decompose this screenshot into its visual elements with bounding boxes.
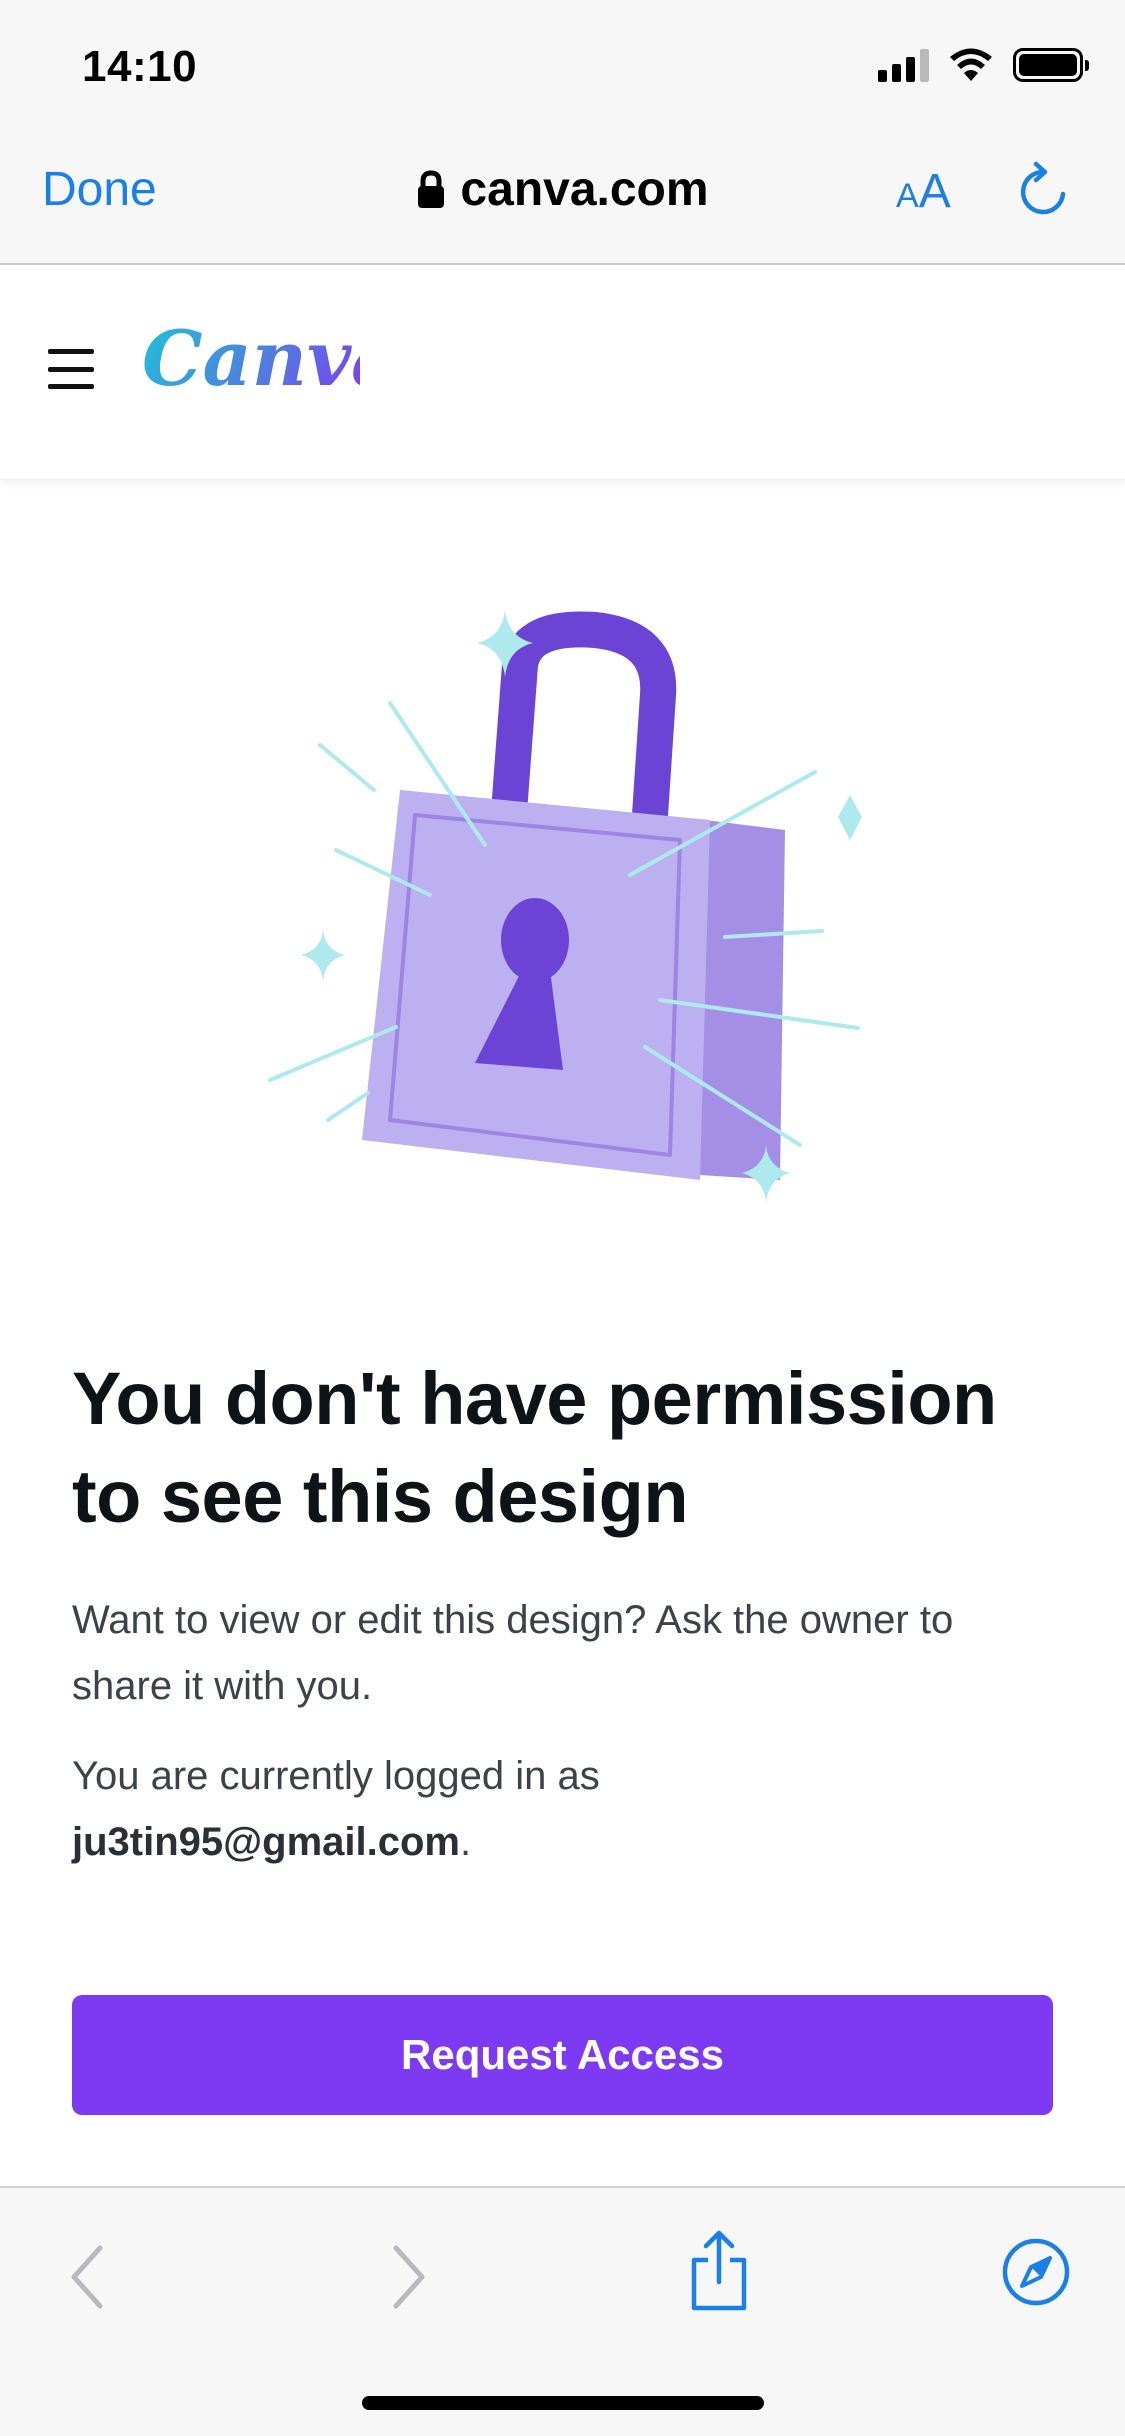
home-indicator xyxy=(362,2396,764,2410)
reload-icon[interactable] xyxy=(1018,160,1070,220)
logged-in-suffix: . xyxy=(460,1820,472,1864)
back-icon[interactable] xyxy=(62,2232,112,2322)
canva-logo[interactable]: Canva xyxy=(140,305,360,415)
status-icons xyxy=(878,48,1089,82)
logged-in-email: ju3tin95@gmail.com xyxy=(72,1820,460,1864)
request-access-button[interactable]: Request Access xyxy=(72,1995,1053,2115)
cellular-signal-icon xyxy=(878,48,929,82)
text-size-small-a: A xyxy=(896,177,919,215)
keyhole xyxy=(501,898,569,982)
description-text: Want to view or edit this design? Ask th… xyxy=(72,1598,954,1708)
forward-icon[interactable] xyxy=(384,2232,434,2322)
svg-text:Canva: Canva xyxy=(142,314,360,403)
wifi-icon xyxy=(950,48,992,81)
logged-in-info: You are currently logged in as ju3tin95@… xyxy=(72,1743,1062,1875)
browser-bar: Done canva.com A A xyxy=(0,150,1125,230)
compass-icon[interactable] xyxy=(1000,2236,1072,2308)
menu-icon[interactable] xyxy=(48,349,94,389)
text-size-button[interactable]: A A xyxy=(896,164,951,219)
browser-top-chrome: 14:10 Done canva.com A A xyxy=(0,0,1125,265)
url-text: canva.com xyxy=(460,163,709,216)
padlock-illustration xyxy=(268,610,862,1203)
logged-in-prefix: You are currently logged in as xyxy=(72,1754,600,1798)
battery-icon xyxy=(1013,48,1089,82)
lock-icon xyxy=(418,169,445,208)
site-header: Canva xyxy=(0,265,1125,480)
page-title: You don't have permission to see this de… xyxy=(72,1357,997,1538)
screen: 14:10 Done canva.com A A Canv You don't … xyxy=(0,0,1125,2436)
address-bar[interactable]: canva.com xyxy=(0,162,1125,217)
status-time: 14:10 xyxy=(82,42,198,91)
text-size-big-a: A xyxy=(918,165,951,218)
share-icon[interactable] xyxy=(688,2228,750,2314)
